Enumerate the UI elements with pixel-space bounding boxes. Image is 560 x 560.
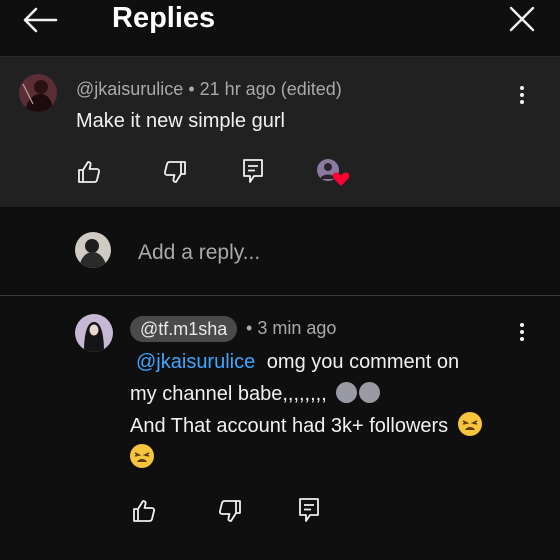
reply-bar <box>0 207 560 296</box>
page-title: Replies <box>112 2 216 34</box>
avatar[interactable] <box>19 74 57 112</box>
creator-heart <box>316 157 350 187</box>
reply-icon <box>299 498 319 522</box>
author-chip[interactable]: @tf.m1sha <box>130 316 238 342</box>
my-avatar <box>75 232 111 268</box>
tired-face-emoji-icon <box>457 412 482 436</box>
comment-meta: @jkaisurulice • 21 hr ago (edited) <box>76 79 342 100</box>
like-icon <box>133 500 156 522</box>
creator-heart-icon <box>332 172 350 186</box>
reply-time: 3 min ago <box>257 318 337 338</box>
comment-text: Make it new simple gurl <box>76 110 285 132</box>
like-button[interactable] <box>76 159 102 185</box>
author-name[interactable]: @jkaisurulice <box>76 79 183 99</box>
avatar[interactable] <box>75 314 113 352</box>
reply-line-3: And That account had 3k+ followers <box>130 410 530 442</box>
reply-meta: • 3 min ago <box>246 318 336 339</box>
meta-separator: • <box>188 79 195 99</box>
moon-emoji-icon <box>336 382 358 403</box>
comment-time: 21 hr ago (edited) <box>199 79 342 99</box>
reply-comment: @tf.m1sha • 3 min ago @jkaisurulice omg … <box>0 296 560 560</box>
header: Replies <box>0 0 560 57</box>
close-icon <box>509 6 535 32</box>
like-button[interactable] <box>131 498 157 524</box>
more-vert-icon <box>520 323 524 327</box>
back-button[interactable] <box>20 4 60 36</box>
tired-face-emoji-icon <box>130 444 154 468</box>
reply-icon <box>243 159 263 183</box>
add-reply-input[interactable] <box>136 237 520 269</box>
parent-comment: @jkaisurulice • 21 hr ago (edited) Make … <box>0 57 560 207</box>
dislike-icon <box>218 500 241 522</box>
more-options-button[interactable] <box>514 84 530 108</box>
reply-line-2: my channel babe,,,,,,,, <box>130 378 530 410</box>
dislike-button[interactable] <box>162 159 188 185</box>
more-options-button[interactable] <box>514 321 530 345</box>
meta-separator: • <box>246 318 253 338</box>
reply-text: @jkaisurulice omg you comment on my chan… <box>130 346 530 474</box>
reply-line-4 <box>130 442 530 474</box>
reply-button[interactable] <box>240 157 266 183</box>
reply-line-1: @jkaisurulice omg you comment on <box>136 351 460 373</box>
close-button[interactable] <box>508 5 536 33</box>
dislike-button[interactable] <box>217 498 243 524</box>
back-arrow-icon <box>23 7 58 33</box>
mention-link[interactable]: @jkaisurulice <box>136 351 255 373</box>
reply-button[interactable] <box>296 496 322 522</box>
moon-emoji-icon <box>359 382 381 403</box>
dislike-icon <box>163 161 186 183</box>
like-icon <box>78 161 101 183</box>
more-vert-icon <box>520 86 524 90</box>
